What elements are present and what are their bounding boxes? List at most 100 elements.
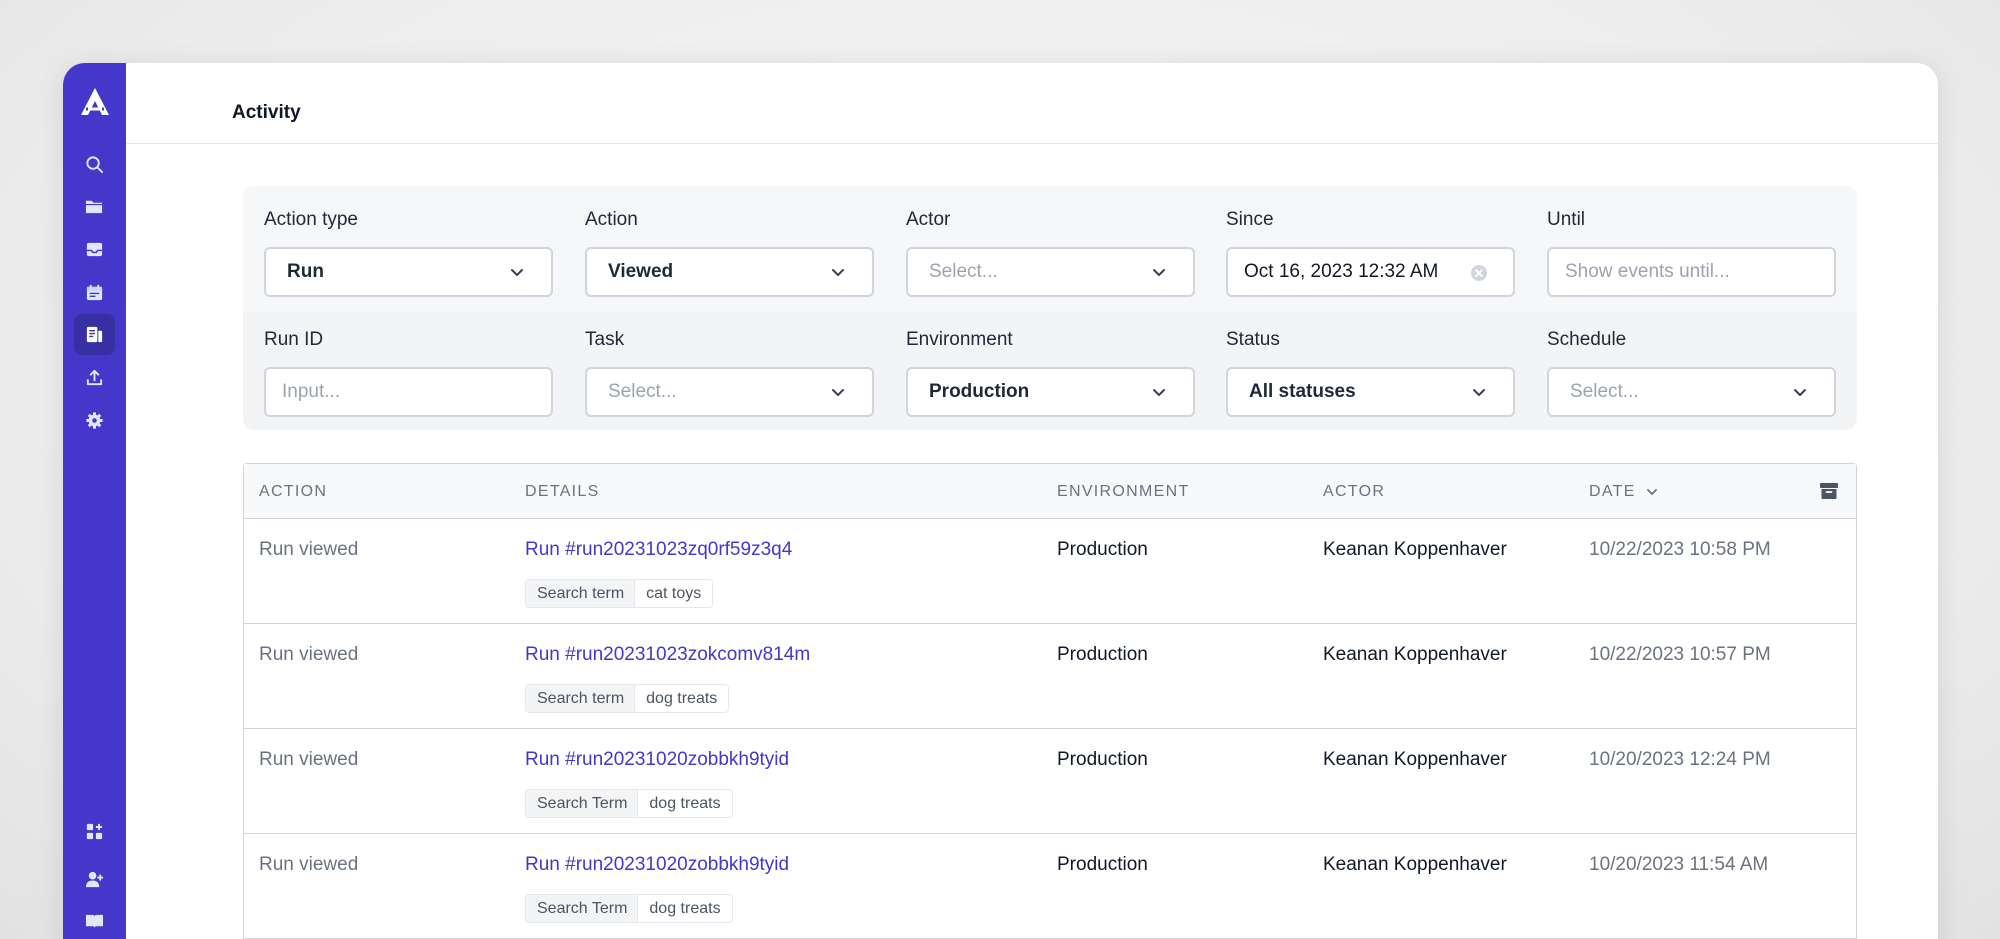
action-type-select[interactable]: Run	[264, 247, 553, 297]
nav-projects[interactable]	[74, 186, 115, 227]
page-title: Activity	[232, 102, 301, 123]
filter-label: Status	[1226, 329, 1280, 350]
tag-key: Search Term	[526, 895, 638, 922]
nav-schedules[interactable]	[74, 272, 115, 313]
sidebar	[63, 63, 126, 939]
column-header-date-label: DATE	[1589, 483, 1636, 500]
clear-icon[interactable]	[1470, 264, 1488, 282]
search-term-tag: Search Term dog treats	[525, 894, 733, 923]
filter-actor: Actor Select...	[906, 207, 1195, 297]
row-environment: Production	[1057, 644, 1148, 665]
run-link[interactable]: Run #run20231023zokcomv814m	[525, 644, 810, 665]
sort-chevron-down-icon	[1646, 489, 1657, 495]
tag-key: Search Term	[526, 790, 638, 817]
run-link[interactable]: Run #run20231023zq0rf59z3q4	[525, 539, 792, 560]
row-environment: Production	[1057, 854, 1148, 875]
chevron-down-icon	[832, 389, 844, 396]
app-logo-icon[interactable]	[77, 84, 113, 120]
column-header-environment: ENVIRONMENT	[1057, 483, 1190, 500]
select-placeholder: Select...	[929, 261, 998, 282]
gear-icon	[86, 412, 103, 429]
select-value: All statuses	[1249, 381, 1356, 402]
table-row[interactable]: Run viewed Run #run20231020zobbkh9tyid S…	[244, 729, 1856, 834]
input-value: Oct 16, 2023 12:32 AM	[1244, 261, 1439, 282]
row-action: Run viewed	[259, 854, 359, 875]
nav-search[interactable]	[74, 144, 115, 185]
schedule-select[interactable]: Select...	[1547, 367, 1836, 417]
row-actor: Keanan Koppenhaver	[1323, 539, 1507, 560]
archive-icon[interactable]	[1818, 480, 1840, 502]
row-details: Run #run20231023zq0rf59z3q4	[525, 537, 792, 563]
status-select[interactable]: All statuses	[1226, 367, 1515, 417]
row-actor: Keanan Koppenhaver	[1323, 749, 1507, 770]
filter-schedule: Schedule Select...	[1547, 327, 1836, 417]
tag-key: Search term	[526, 580, 635, 607]
add-app-icon	[86, 823, 103, 840]
calendar-icon	[86, 284, 103, 301]
run-link[interactable]: Run #run20231020zobbkh9tyid	[525, 749, 789, 770]
table-header: ACTION DETAILS ENVIRONMENT ACTOR DATE	[244, 464, 1856, 519]
filter-label: Since	[1226, 209, 1274, 230]
tag-value: dog treats	[637, 790, 732, 817]
filter-label: Run ID	[264, 329, 324, 350]
tag-key: Search term	[526, 685, 635, 712]
nav-settings[interactable]	[74, 400, 115, 441]
chevron-down-icon	[511, 269, 523, 276]
until-datetime-input[interactable]: Show events until...	[1547, 247, 1836, 297]
chevron-down-icon	[1153, 269, 1165, 276]
page-header: Activity	[126, 63, 1938, 144]
chevron-down-icon	[1473, 389, 1485, 396]
filter-task: Task Select...	[585, 327, 874, 417]
search-term-tag: Search term dog treats	[525, 684, 730, 713]
row-actor: Keanan Koppenhaver	[1323, 644, 1507, 665]
upload-icon	[86, 369, 103, 386]
environment-select[interactable]: Production	[906, 367, 1195, 417]
filter-status: Status All statuses	[1226, 327, 1515, 417]
folder-icon	[85, 200, 103, 214]
table-row[interactable]: Run viewed Run #run20231023zokcomv814m S…	[244, 624, 1856, 729]
row-environment: Production	[1057, 749, 1148, 770]
tag-value: dog treats	[637, 895, 732, 922]
select-value: Production	[929, 381, 1030, 402]
nav-deploy[interactable]	[74, 357, 115, 398]
activity-log-icon	[86, 326, 103, 343]
chevron-down-icon	[1153, 389, 1165, 396]
nav-activity[interactable]	[74, 314, 115, 355]
select-value: Run	[287, 261, 324, 282]
nav-docs[interactable]	[74, 901, 115, 939]
filter-run-id: Run ID Input...	[264, 327, 553, 417]
table-row[interactable]: Run viewed Run #run20231020zobbkh9tyid S…	[244, 834, 1856, 939]
row-action: Run viewed	[259, 539, 359, 560]
nav-invite[interactable]	[74, 859, 115, 900]
filter-environment: Environment Production	[906, 327, 1195, 417]
input-placeholder: Show events until...	[1565, 261, 1730, 282]
filter-since: Since Oct 16, 2023 12:32 AM	[1226, 207, 1515, 297]
row-details: Run #run20231020zobbkh9tyid	[525, 747, 789, 773]
filter-label: Action	[585, 209, 638, 230]
action-select[interactable]: Viewed	[585, 247, 874, 297]
chevron-down-icon	[832, 269, 844, 276]
task-select[interactable]: Select...	[585, 367, 874, 417]
tag-value: dog treats	[634, 685, 729, 712]
nav-integrations[interactable]	[74, 811, 115, 852]
filter-label: Schedule	[1547, 329, 1627, 350]
run-link[interactable]: Run #run20231020zobbkh9tyid	[525, 854, 789, 875]
search-term-tag: Search term cat toys	[525, 579, 714, 608]
actor-select[interactable]: Select...	[906, 247, 1195, 297]
column-header-date[interactable]: DATE	[1589, 483, 1659, 501]
filter-action: Action Viewed	[585, 207, 874, 297]
row-action: Run viewed	[259, 644, 359, 665]
column-header-action: ACTION	[259, 483, 328, 500]
run-id-input[interactable]: Input...	[264, 367, 553, 417]
search-term-tag: Search Term dog treats	[525, 789, 733, 818]
since-datetime-input[interactable]: Oct 16, 2023 12:32 AM	[1226, 247, 1515, 297]
row-date: 10/20/2023 11:54 AM	[1589, 854, 1769, 875]
row-date: 10/22/2023 10:57 PM	[1589, 644, 1771, 665]
chevron-down-icon	[1794, 389, 1806, 396]
table-row[interactable]: Run viewed Run #run20231023zq0rf59z3q4 S…	[244, 519, 1856, 624]
filter-panel: Action type Run Action Viewed Actor Sele…	[243, 186, 1857, 430]
tag-value: cat toys	[634, 580, 713, 607]
filter-label: Action type	[264, 209, 358, 230]
nav-inbox[interactable]	[74, 229, 115, 270]
row-date: 10/22/2023 10:58 PM	[1589, 539, 1771, 560]
